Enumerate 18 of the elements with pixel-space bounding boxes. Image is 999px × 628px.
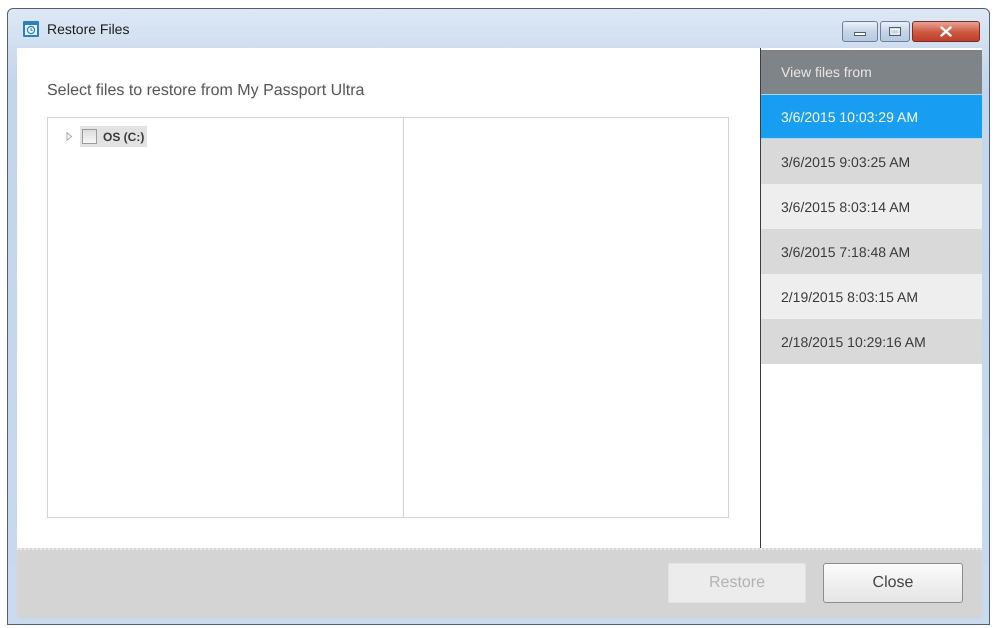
maximize-icon xyxy=(889,27,901,36)
clock-icon xyxy=(23,20,39,36)
version-item[interactable]: 3/6/2015 7:18:48 AM xyxy=(761,229,982,274)
minimize-icon xyxy=(854,32,866,36)
close-icon xyxy=(940,26,952,37)
version-item[interactable]: 3/6/2015 8:03:14 AM xyxy=(761,184,982,229)
list-header: View files from xyxy=(761,50,982,94)
version-item[interactable]: 2/19/2015 8:03:15 AM xyxy=(761,274,982,319)
close-button[interactable] xyxy=(912,21,980,42)
maximize-button[interactable] xyxy=(880,21,910,42)
tree-item[interactable]: OS (C:) xyxy=(80,126,148,147)
version-item[interactable]: 2/18/2015 10:29:16 AM xyxy=(761,319,982,364)
minimize-button[interactable] xyxy=(842,21,878,42)
version-item[interactable]: 3/6/2015 9:03:25 AM xyxy=(761,139,982,184)
window-title: Restore Files xyxy=(47,20,130,36)
close-dialog-button[interactable]: Close xyxy=(823,562,963,602)
checkbox[interactable] xyxy=(82,129,97,144)
instruction-text: Select files to restore from My Passport Ultra xyxy=(47,81,364,101)
